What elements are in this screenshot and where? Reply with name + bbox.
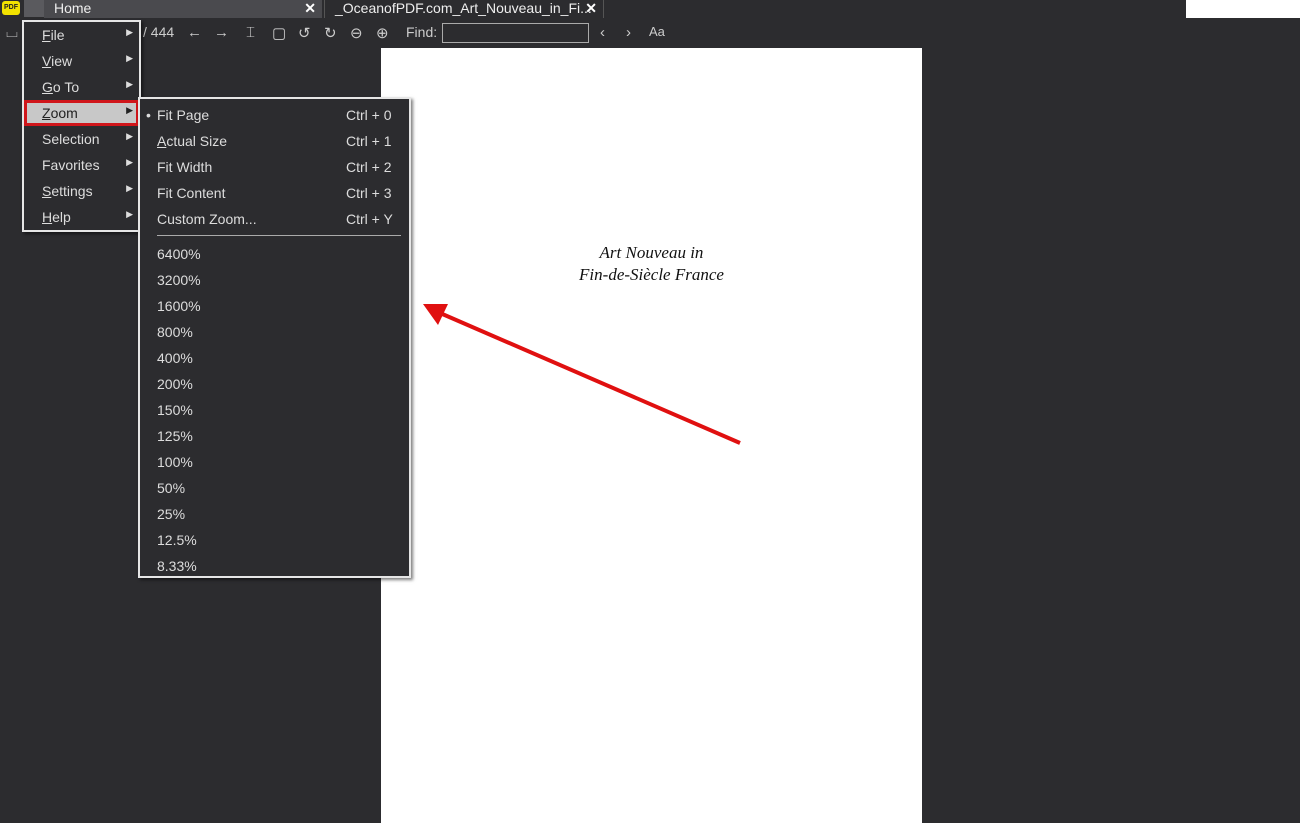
zoom-level-item[interactable]: 400% [140,345,409,371]
shortcut: Ctrl + 2 [346,159,392,175]
menu-item-zoom[interactable]: Zoom ▶ [24,100,139,126]
zoom-level-item[interactable]: 3200% [140,267,409,293]
zoom-item-fit-page[interactable]: • Fit Page Ctrl + 0 [140,102,409,128]
submenu-arrow-icon: ▶ [126,53,133,63]
submenu-arrow-icon: ▶ [126,131,133,141]
menu-item-label: File [42,27,65,43]
zoom-level-item[interactable]: 800% [140,319,409,345]
menu-item-favorites[interactable]: Favorites ▶ [24,152,139,178]
menu-item-label: Fit Content [157,185,226,201]
zoom-level-item[interactable]: 12.5% [140,527,409,553]
zoom-level-item[interactable]: 200% [140,371,409,397]
menu-item-go-to[interactable]: Go To ▶ [24,74,139,100]
submenu-arrow-icon: ▶ [126,157,133,167]
zoom-item-fit-width[interactable]: Fit Width Ctrl + 2 [140,154,409,180]
check-bullet-icon: • [146,107,151,123]
zoom-level-item[interactable]: 1600% [140,293,409,319]
menu-item-label: View [42,53,73,69]
menu-item-label: Fit Width [157,159,213,175]
menu-item-help[interactable]: Help ▶ [24,204,139,230]
menu-item-file[interactable]: File ▶ [24,22,139,48]
menu-item-label: Help [42,209,71,225]
menu-item-view[interactable]: View ▶ [24,48,139,74]
zoom-submenu: • Fit Page Ctrl + 0 Actual Size Ctrl + 1 Fit … [138,97,411,578]
menu-item-label: Selection [42,131,100,147]
menu-item-label: Settings [42,183,93,199]
submenu-arrow-icon: ▶ [126,79,133,89]
submenu-arrow-icon: ▶ [126,27,133,37]
menu-item-label: Go To [42,79,80,95]
zoom-level-item[interactable]: 50% [140,475,409,501]
menu-separator [157,235,401,236]
menu-item-label: Favorites [42,157,100,173]
submenu-arrow-icon: ▶ [126,105,133,115]
zoom-level-item[interactable]: 150% [140,397,409,423]
zoom-item-fit-content[interactable]: Fit Content Ctrl + 3 [140,180,409,206]
submenu-arrow-icon: ▶ [126,183,133,193]
zoom-level-item[interactable]: 6400% [140,241,409,267]
shortcut: Ctrl + 3 [346,185,392,201]
zoom-level-item[interactable]: 25% [140,501,409,527]
menu-item-label: Actual Size [157,133,228,149]
main-menu: File ▶ View ▶ Go To ▶ Zoom ▶ Selection ▶ Favorites… [22,20,141,232]
menu-item-label: Zoom [42,105,78,121]
zoom-level-item[interactable]: 8.33% [140,553,409,579]
zoom-item-actual-size[interactable]: Actual Size Ctrl + 1 [140,128,409,154]
menu-item-settings[interactable]: Settings ▶ [24,178,139,204]
zoom-level-item[interactable]: 125% [140,423,409,449]
zoom-item-custom-zoom[interactable]: Custom Zoom... Ctrl + Y [140,206,409,232]
submenu-arrow-icon: ▶ [126,209,133,219]
menu-item-label: Fit Page [157,107,210,123]
shortcut: Ctrl + Y [346,211,393,227]
menu-item-selection[interactable]: Selection ▶ [24,126,139,152]
menu-item-label: Custom Zoom... [157,211,257,227]
shortcut: Ctrl + 1 [346,133,392,149]
zoom-level-item[interactable]: 100% [140,449,409,475]
shortcut: Ctrl + 0 [346,107,392,123]
